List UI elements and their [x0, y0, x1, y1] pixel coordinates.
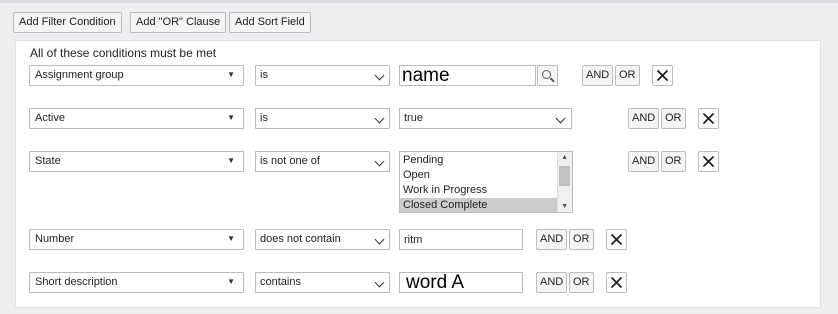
caret-down-icon: ▼ [227, 70, 235, 79]
chevron-down-icon [555, 113, 566, 124]
field-select[interactable]: Active ▼ [29, 108, 244, 129]
close-icon [657, 70, 668, 81]
field-select[interactable]: Short description ▼ [29, 272, 244, 293]
operator-select[interactable]: contains [255, 272, 390, 293]
scroll-up-arrow-icon[interactable]: ▲ [561, 154, 568, 161]
field-select-label: Active [35, 112, 65, 124]
and-button[interactable]: AND [582, 65, 614, 86]
value-text-input[interactable] [399, 272, 523, 293]
operator-select[interactable]: is [255, 108, 390, 129]
operator-select-label: is [260, 69, 268, 81]
multiselect-option[interactable]: Open [400, 168, 558, 183]
delete-condition-button[interactable] [606, 229, 627, 250]
caret-down-icon: ▼ [227, 277, 235, 286]
close-icon [703, 113, 714, 124]
or-button[interactable]: OR [569, 229, 594, 250]
operator-select[interactable]: is [255, 65, 390, 86]
value-select[interactable]: true [399, 108, 572, 129]
delete-condition-button[interactable] [698, 151, 719, 172]
add-sort-field-button[interactable]: Add Sort Field [229, 12, 311, 33]
field-select[interactable]: Number ▼ [29, 229, 244, 250]
multiselect-option[interactable]: Work in Progress [400, 183, 558, 198]
field-select-label: Assignment group [35, 69, 124, 81]
and-button[interactable]: AND [536, 229, 568, 250]
add-filter-condition-button[interactable]: Add Filter Condition [13, 12, 122, 33]
field-select-label: Short description [35, 276, 118, 288]
chevron-down-icon [374, 156, 385, 167]
close-icon [611, 234, 622, 245]
caret-down-icon: ▼ [227, 156, 235, 165]
value-reference-input[interactable] [399, 65, 536, 86]
operator-select-label: contains [260, 276, 301, 288]
delete-condition-button[interactable] [606, 272, 627, 293]
scrollbar-thumb[interactable] [559, 166, 570, 186]
and-button[interactable]: AND [628, 108, 660, 129]
or-button[interactable]: OR [615, 65, 640, 86]
caret-down-icon: ▼ [227, 113, 235, 122]
condition-builder-panel: All of these conditions must be met Assi… [15, 40, 821, 308]
field-select-label: State [35, 155, 61, 167]
value-select-label: true [404, 112, 423, 124]
or-button[interactable]: OR [661, 151, 686, 172]
chevron-down-icon [374, 113, 385, 124]
chevron-down-icon [374, 277, 385, 288]
operator-select-label: is [260, 112, 268, 124]
and-button[interactable]: AND [536, 272, 568, 293]
multiselect-option-selected[interactable]: Closed Complete [400, 198, 558, 212]
or-button[interactable]: OR [661, 108, 686, 129]
add-or-clause-button[interactable]: Add "OR" Clause [130, 12, 227, 33]
scroll-down-arrow-icon[interactable]: ▼ [561, 203, 568, 210]
chevron-down-icon [374, 234, 385, 245]
listbox-scrollbar[interactable]: ▲ ▼ [557, 152, 572, 212]
multiselect-option[interactable]: Pending [400, 153, 558, 168]
field-select[interactable]: Assignment group ▼ [29, 65, 244, 86]
close-icon [611, 277, 622, 288]
conditions-heading: All of these conditions must be met [30, 46, 217, 60]
operator-select[interactable]: is not one of [255, 151, 390, 172]
chevron-down-icon [374, 70, 385, 81]
field-select-label: Number [35, 233, 75, 245]
top-strip [0, 0, 838, 3]
operator-select-label: does not contain [260, 233, 341, 245]
delete-condition-button[interactable] [652, 65, 673, 86]
and-button[interactable]: AND [628, 151, 660, 172]
operator-select[interactable]: does not contain [255, 229, 390, 250]
field-select[interactable]: State ▼ [29, 151, 244, 172]
value-multiselect[interactable]: Pending Open Work in Progress Closed Com… [399, 151, 573, 213]
lookup-button[interactable] [537, 65, 558, 86]
delete-condition-button[interactable] [698, 108, 719, 129]
close-icon [703, 156, 714, 167]
operator-select-label: is not one of [260, 155, 320, 167]
or-button[interactable]: OR [569, 272, 594, 293]
caret-down-icon: ▼ [227, 234, 235, 243]
value-text-input[interactable] [399, 229, 523, 250]
